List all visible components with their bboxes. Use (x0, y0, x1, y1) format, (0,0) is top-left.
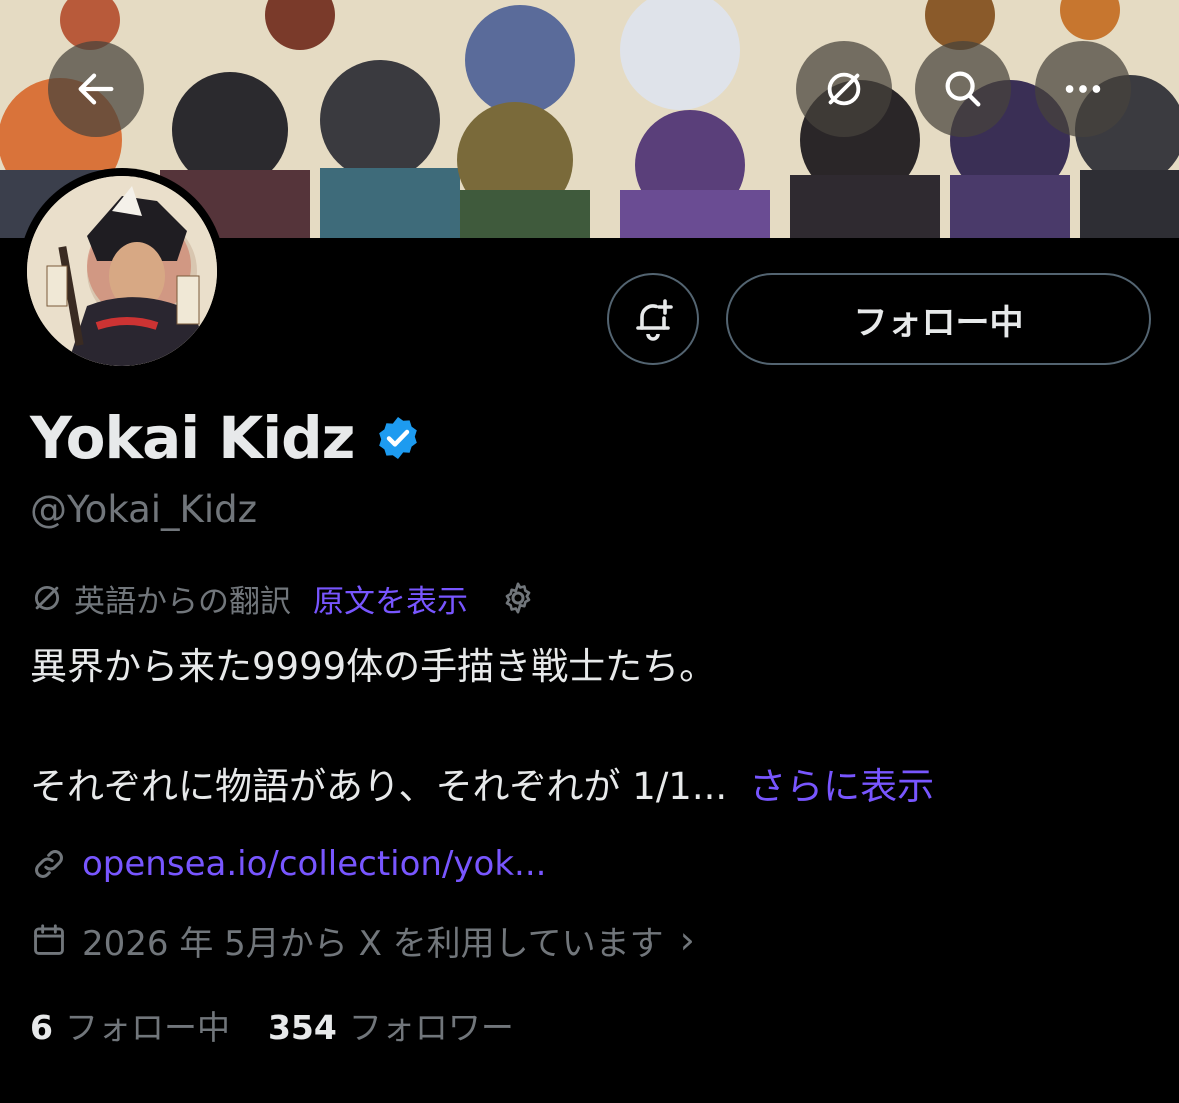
more-button[interactable] (1035, 41, 1131, 137)
followers-stat[interactable]: 354 フォロワー (268, 1001, 514, 1049)
translation-row: 英語からの翻訳 原文を表示 (30, 576, 538, 620)
more-dots-icon (1065, 85, 1101, 93)
search-button[interactable] (915, 41, 1011, 137)
grok-button[interactable] (796, 41, 892, 137)
website-link[interactable]: opensea.io/collection/yok... (82, 844, 546, 884)
following-button[interactable]: フォロー中 (726, 273, 1151, 365)
back-button[interactable] (48, 41, 144, 137)
joined-date-row[interactable]: 2026 年 5月から X を利用しています › (30, 916, 695, 964)
bio-line-2: それぞれに物語があり、それぞれが 1/1... さらに表示 (30, 756, 934, 810)
joined-date-text: 2026 年 5月から X を利用しています (82, 923, 664, 964)
search-icon (945, 71, 981, 107)
bio-line-1: 異界から来た9999体の手描き戦士たち。 (30, 645, 717, 688)
avatar-artwork (27, 176, 217, 366)
following-stat[interactable]: 6 フォロー中 (30, 1001, 230, 1049)
display-name: Yokai Kidz (30, 404, 355, 472)
grok-icon (827, 72, 861, 106)
link-icon (35, 850, 63, 878)
followers-count: 354 (267, 1008, 337, 1047)
notification-button[interactable] (607, 273, 699, 365)
calendar-icon (34, 924, 64, 955)
translation-settings-button[interactable] (498, 578, 538, 618)
name-row: Yokai Kidz (30, 398, 422, 478)
following-label: フォロー中 (64, 1008, 230, 1047)
follow-stats: 6 フォロー中 354 フォロワー (30, 1000, 514, 1050)
show-original-link[interactable]: 原文を表示 (313, 576, 468, 621)
user-handle: @Yokai_Kidz (30, 488, 258, 531)
bell-plus-icon (636, 299, 673, 341)
arrow-left-icon (78, 73, 114, 105)
website-row: opensea.io/collection/yok... (30, 840, 546, 888)
following-count: 6 (30, 1008, 53, 1047)
bio-text: それぞれに物語があり、それぞれが 1/1... (30, 765, 728, 808)
chevron-right-icon: › (679, 918, 695, 962)
show-more-link[interactable]: さらに表示 (749, 765, 934, 808)
verified-badge-icon[interactable] (374, 414, 422, 462)
gear-icon (505, 582, 531, 614)
followers-label: フォロワー (348, 1008, 514, 1047)
avatar[interactable] (27, 176, 217, 366)
translation-label: 英語からの翻訳 (74, 583, 291, 620)
grok-translate-icon (34, 585, 60, 611)
